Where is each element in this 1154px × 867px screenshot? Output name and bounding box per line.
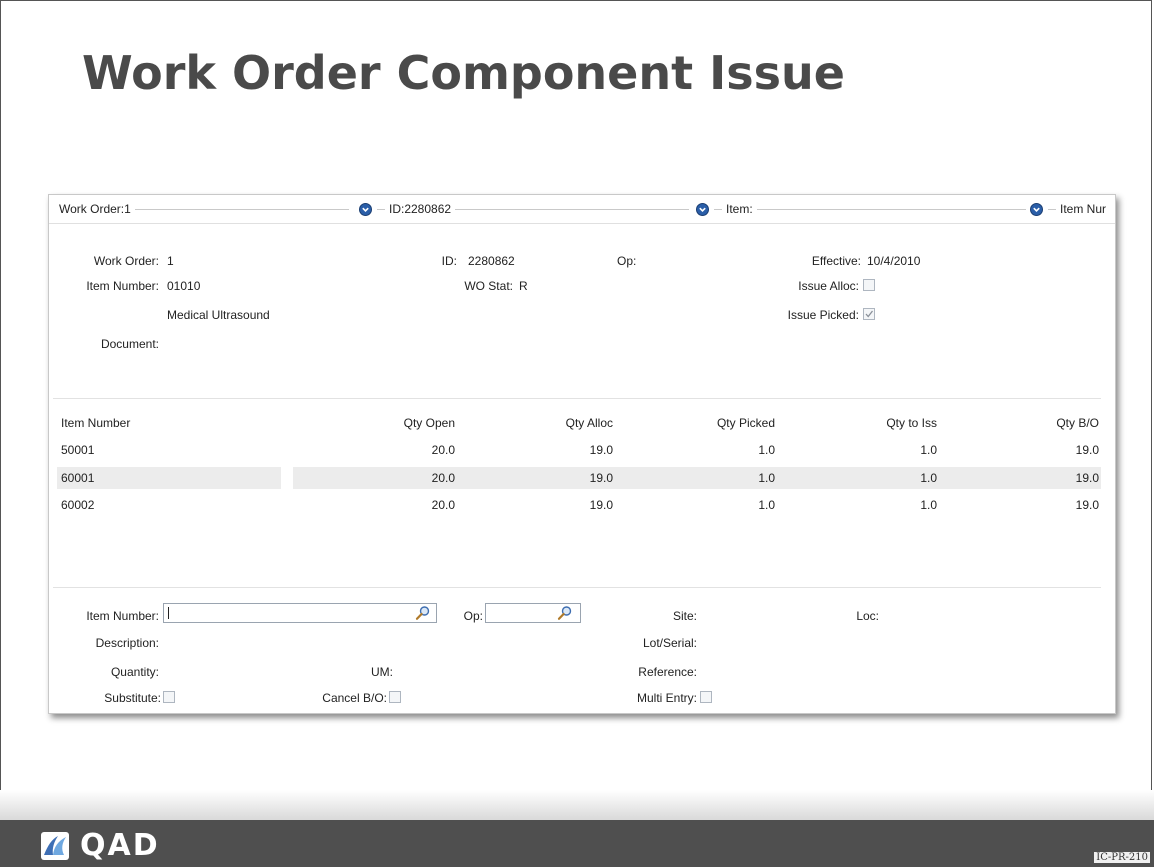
multi-entry-checkbox[interactable] xyxy=(700,691,712,703)
item-number-value: 01010 xyxy=(167,279,201,293)
item-selector[interactable]: Item: xyxy=(714,202,1026,216)
item-description: Medical Ultrasound xyxy=(167,308,270,322)
column-header-qty-open[interactable]: Qty Open xyxy=(349,416,455,430)
wo-stat-value: R xyxy=(519,279,528,293)
issue-alloc-checkbox[interactable] xyxy=(863,279,875,291)
wo-stat-label: WO Stat: xyxy=(464,279,513,293)
qad-logo: QAD xyxy=(40,828,160,863)
multi-entry-label: Multi Entry: xyxy=(636,691,697,705)
cell-item-number: 50001 xyxy=(61,443,95,457)
selector-line xyxy=(756,208,1026,210)
issue-picked-label: Issue Picked: xyxy=(787,308,859,322)
cell-qty-picked: 1.0 xyxy=(758,471,775,485)
slide-title: Work Order Component Issue xyxy=(82,46,845,100)
chevron-down-icon[interactable] xyxy=(359,203,372,216)
footer-gradient xyxy=(0,790,1154,820)
selector-line xyxy=(377,208,385,210)
item-number-label: Item Number: xyxy=(86,279,159,293)
search-icon[interactable] xyxy=(415,605,431,621)
loc-label: Loc: xyxy=(856,609,879,623)
text-caret xyxy=(168,607,169,619)
selector-line xyxy=(134,208,349,210)
issue-alloc-label: Issue Alloc: xyxy=(798,279,859,293)
slide-code: IC-PR-210 xyxy=(1094,852,1150,863)
op-label: Op: xyxy=(617,254,637,268)
selector-line xyxy=(455,208,689,210)
cell-qty-alloc: 19.0 xyxy=(589,498,613,512)
cell-qty-to-iss: 1.0 xyxy=(920,443,937,457)
work-order-label: Work Order: xyxy=(93,254,159,268)
column-header-qty-to-iss[interactable]: Qty to Iss xyxy=(829,416,937,430)
column-header-qty-picked[interactable]: Qty Picked xyxy=(649,416,775,430)
cell-qty-picked: 1.0 xyxy=(758,443,775,457)
chevron-down-icon[interactable] xyxy=(1030,203,1043,216)
work-order-selector[interactable]: Work Order:1 xyxy=(59,202,349,216)
column-header-qty-alloc[interactable]: Qty Alloc xyxy=(509,416,613,430)
um-label: UM: xyxy=(371,665,393,679)
column-header-qty-bo[interactable]: Qty B/O xyxy=(999,416,1099,430)
cancel-bo-checkbox[interactable] xyxy=(389,691,401,703)
cancel-bo-label: Cancel B/O: xyxy=(322,691,387,705)
qad-logo-icon xyxy=(41,831,69,860)
slide-footer: QAD xyxy=(0,820,1154,867)
id-value: 2280862 xyxy=(468,254,515,268)
cell-qty-bo: 19.0 xyxy=(1075,498,1099,512)
qad-window: Work Order:1 ID:2280862 Item: Item Nur W… xyxy=(48,194,1116,714)
item-number-selector[interactable]: Item Nur xyxy=(1048,202,1115,216)
item-selector-label: Item: xyxy=(726,202,753,216)
brand-name: QAD xyxy=(80,828,160,863)
cell-qty-picked: 1.0 xyxy=(758,498,775,512)
cell-qty-bo: 19.0 xyxy=(1075,443,1099,457)
work-order-value: 1 xyxy=(167,254,174,268)
entry-op-label: Op: xyxy=(463,609,483,623)
document-label: Document: xyxy=(100,337,159,351)
entry-item-number-label: Item Number: xyxy=(86,609,159,623)
cell-qty-open: 20.0 xyxy=(431,471,455,485)
cell-qty-to-iss: 1.0 xyxy=(920,471,937,485)
cell-qty-to-iss: 1.0 xyxy=(920,498,937,512)
description-label: Description: xyxy=(95,636,159,650)
cell-qty-alloc: 19.0 xyxy=(589,443,613,457)
search-icon[interactable] xyxy=(557,605,573,621)
item-number-selector-label: Item Nur xyxy=(1060,202,1107,216)
column-header-item-number[interactable]: Item Number xyxy=(61,416,130,430)
cell-item-number: 60001 xyxy=(61,471,95,485)
id-selector-label: ID:2280862 xyxy=(389,202,452,216)
cell-qty-open: 20.0 xyxy=(431,443,455,457)
effective-value: 10/4/2010 xyxy=(867,254,921,268)
reference-label: Reference: xyxy=(638,665,697,679)
lot-serial-label: Lot/Serial: xyxy=(642,636,697,650)
divider xyxy=(53,398,1101,399)
cell-item-number: 60002 xyxy=(61,498,95,512)
cell-qty-bo: 19.0 xyxy=(1075,471,1099,485)
substitute-label: Substitute: xyxy=(104,691,161,705)
cell-qty-open: 20.0 xyxy=(431,498,455,512)
effective-label: Effective: xyxy=(811,254,861,268)
issue-picked-checkbox[interactable] xyxy=(863,308,875,320)
cell-qty-alloc: 19.0 xyxy=(589,471,613,485)
id-label: ID: xyxy=(441,254,457,268)
id-selector[interactable]: ID:2280862 xyxy=(377,202,689,216)
selector-line xyxy=(1048,208,1056,210)
site-label: Site: xyxy=(672,609,697,623)
chevron-down-icon[interactable] xyxy=(696,203,709,216)
divider xyxy=(53,587,1101,588)
selector-line xyxy=(714,208,722,210)
checkmark-icon xyxy=(865,310,874,318)
selector-bar: Work Order:1 ID:2280862 Item: Item Nur xyxy=(49,195,1115,224)
work-order-selector-label: Work Order:1 xyxy=(59,202,131,216)
quantity-label: Quantity: xyxy=(110,665,159,679)
item-number-input[interactable] xyxy=(163,603,437,623)
substitute-checkbox[interactable] xyxy=(163,691,175,703)
